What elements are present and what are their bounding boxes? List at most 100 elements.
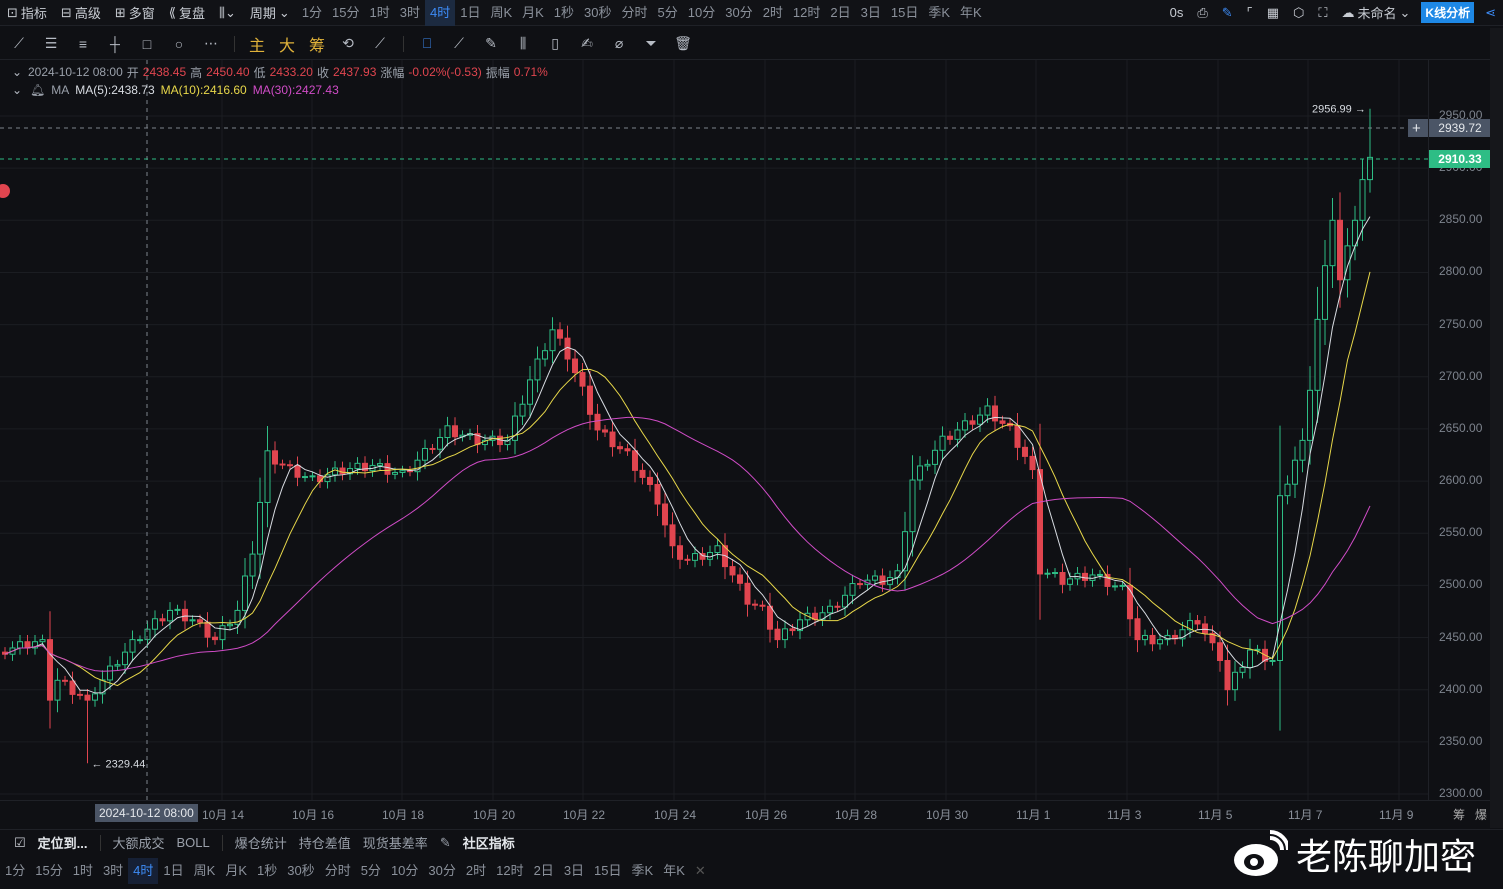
candle-up bbox=[1097, 573, 1103, 576]
community-indicators-button[interactable]: 社区指标 bbox=[463, 833, 515, 852]
candle-down bbox=[684, 558, 691, 561]
close-icon[interactable]: ✕ bbox=[690, 858, 711, 884]
candle-down bbox=[639, 469, 646, 478]
low-value: 2433.20 bbox=[269, 65, 313, 79]
candle-up bbox=[1052, 572, 1058, 575]
indicator-basis[interactable]: 现货基差率 bbox=[363, 833, 428, 852]
date-tick: 10月 24 bbox=[654, 808, 697, 822]
bottom-timeframe-6[interactable]: 周K bbox=[189, 858, 221, 884]
candle-up bbox=[39, 639, 46, 643]
date-tick: 10月 20 bbox=[473, 808, 516, 822]
candle-up bbox=[1314, 318, 1321, 391]
calendar-icon[interactable]: ☑ bbox=[14, 835, 26, 851]
bottom-timeframe-14[interactable]: 2时 bbox=[461, 858, 491, 884]
price-tick: 2800.00 bbox=[1439, 264, 1483, 279]
price-tick: 2350.00 bbox=[1439, 733, 1483, 748]
kline-analysis-button[interactable]: K线分析 bbox=[1421, 2, 1475, 23]
candle-up bbox=[1119, 584, 1126, 587]
candle-up bbox=[827, 605, 833, 614]
candle-up bbox=[782, 628, 788, 641]
price-axis[interactable]: 2950.002900.002850.002800.002750.002700.… bbox=[1428, 60, 1491, 800]
amplitude-value: 0.71% bbox=[513, 65, 548, 79]
candle-up bbox=[137, 639, 143, 642]
candle-up bbox=[92, 693, 98, 701]
candle-down bbox=[69, 680, 76, 695]
bottom-timeframe-4[interactable]: 4时 bbox=[128, 858, 159, 884]
chips-toggle[interactable]: 筹 bbox=[1453, 806, 1465, 823]
candle-up bbox=[714, 545, 721, 554]
price-tick: 2700.00 bbox=[1439, 368, 1483, 383]
candle-down bbox=[84, 694, 91, 701]
bottom-timeframe-17[interactable]: 3日 bbox=[559, 858, 589, 884]
candle-up bbox=[924, 463, 931, 467]
candle-down bbox=[1194, 620, 1201, 625]
bottom-timeframe-18[interactable]: 15日 bbox=[589, 858, 626, 884]
candle-up bbox=[1329, 219, 1336, 267]
date-axis[interactable]: 2024-10-12 08:00 10月 14 10月 16 10月 18 10月 2… bbox=[0, 800, 1490, 824]
date-tick: 11月 9 bbox=[1379, 808, 1414, 822]
bottom-timeframe-19[interactable]: 季K bbox=[627, 858, 659, 884]
plus-icon[interactable]: + bbox=[1412, 120, 1421, 137]
change-label: 涨幅 bbox=[380, 65, 405, 80]
bar-date: 2024-10-12 08:00 bbox=[28, 65, 123, 79]
bottom-timeframe-8[interactable]: 1秒 bbox=[252, 858, 282, 884]
crosshair-date: 2024-10-12 08:00 bbox=[95, 804, 198, 822]
candle-down bbox=[647, 476, 653, 485]
candle-up bbox=[534, 358, 541, 381]
bottom-timeframe-3[interactable]: 3时 bbox=[98, 858, 128, 884]
candle-down bbox=[602, 429, 608, 433]
candle-down bbox=[1217, 642, 1223, 661]
candle-up bbox=[332, 467, 338, 476]
bottom-timeframe-11[interactable]: 5分 bbox=[356, 858, 386, 884]
bell-icon[interactable]: 🔔︎ bbox=[30, 83, 45, 97]
candle-up bbox=[377, 463, 383, 466]
candle-down bbox=[47, 639, 53, 701]
bottom-timeframe-9[interactable]: 30秒 bbox=[282, 858, 319, 884]
bottom-timeframe-10[interactable]: 分时 bbox=[320, 858, 356, 884]
bottom-timeframe-20[interactable]: 年K bbox=[658, 858, 690, 884]
candle-down bbox=[62, 679, 68, 682]
candle-down bbox=[774, 628, 781, 641]
bottom-timeframe-12[interactable]: 10分 bbox=[386, 858, 423, 884]
indicator-liquidation[interactable]: 爆仓统计 bbox=[235, 833, 287, 852]
edit-icon[interactable]: ✎ bbox=[440, 835, 451, 851]
candle-up bbox=[399, 470, 406, 473]
ma5-line bbox=[4, 216, 1371, 694]
bottom-timeframe-7[interactable]: 月K bbox=[220, 858, 252, 884]
bottom-timeframe-15[interactable]: 12时 bbox=[491, 858, 528, 884]
candlestick-chart[interactable]: 2956.99 → ← 2329.44 + bbox=[0, 0, 1428, 800]
indicator-oi-diff[interactable]: 持仓差值 bbox=[299, 833, 351, 852]
candle-up bbox=[1269, 659, 1276, 662]
collapse-icon[interactable]: ⌄ bbox=[10, 63, 24, 81]
bottom-timeframe-bar: 1分 15分 1时 3时 4时 1日 周K 月K 1秒 30秒 分时 5分 10分 30分 2时 12时 2日 3… bbox=[0, 858, 770, 884]
bottom-timeframe-2[interactable]: 1时 bbox=[68, 858, 98, 884]
liquidation-toggle[interactable]: 爆 bbox=[1475, 806, 1487, 823]
candle-up bbox=[227, 623, 233, 627]
candle-up bbox=[219, 625, 226, 641]
bottom-timeframe-1[interactable]: 15分 bbox=[30, 858, 67, 884]
side-scrollbar[interactable] bbox=[1490, 28, 1503, 828]
indicator-big-trades[interactable]: 大额成交 bbox=[113, 833, 165, 852]
candle-down bbox=[609, 431, 616, 448]
bottom-timeframe-5[interactable]: 1日 bbox=[158, 858, 188, 884]
candle-up bbox=[1359, 179, 1366, 221]
bottom-timeframe-0[interactable]: 1分 bbox=[0, 858, 30, 884]
indicator-boll[interactable]: BOLL bbox=[177, 835, 210, 850]
candle-up bbox=[1239, 666, 1246, 673]
share-icon[interactable]: ⋖ bbox=[1478, 5, 1503, 21]
divider bbox=[221, 834, 223, 851]
weibo-logo-icon bbox=[1234, 830, 1288, 876]
candle-up bbox=[17, 641, 23, 649]
amplitude-label: 振幅 bbox=[485, 65, 510, 80]
candle-up bbox=[1307, 389, 1313, 441]
bottom-timeframe-13[interactable]: 30分 bbox=[423, 858, 460, 884]
date-tick: 10月 30 bbox=[926, 808, 969, 822]
candle-down bbox=[662, 503, 668, 526]
candle-up bbox=[849, 583, 856, 596]
candle-down bbox=[1224, 659, 1231, 691]
candle-up bbox=[1277, 495, 1283, 661]
locate-button[interactable]: 定位到... bbox=[38, 833, 88, 852]
event-marker[interactable] bbox=[0, 184, 10, 198]
collapse-icon[interactable]: ⌄ bbox=[10, 81, 24, 99]
bottom-timeframe-16[interactable]: 2日 bbox=[529, 858, 559, 884]
